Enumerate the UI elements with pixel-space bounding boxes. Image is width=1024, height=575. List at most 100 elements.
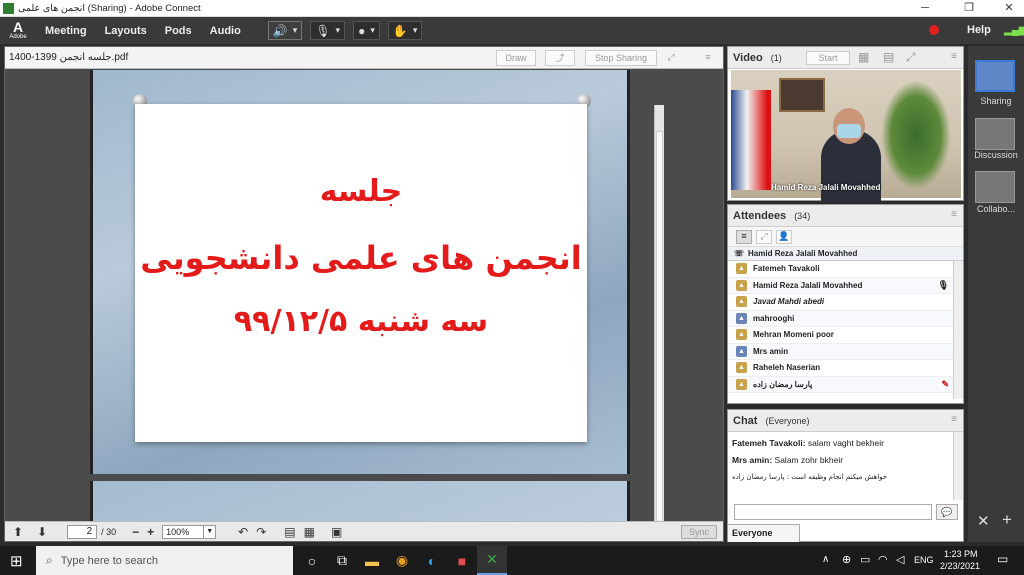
user-role-icon[interactable]: 👤 xyxy=(776,229,792,244)
edge-icon[interactable]: ◐ xyxy=(417,546,447,575)
attendee-scrollbar[interactable] xyxy=(953,261,963,399)
breakout-icon[interactable]: ⤢ xyxy=(756,229,772,244)
attendee-row[interactable]: ▲ Mehran Momeni poor xyxy=(728,327,963,344)
attendee-row[interactable]: ▲ Javad Mahdi abedi xyxy=(728,294,963,311)
grid-icon[interactable]: ▣ xyxy=(331,525,342,539)
menu-layouts[interactable]: Layouts xyxy=(105,25,147,37)
stop-sharing-button[interactable]: Stop Sharing xyxy=(585,50,657,66)
volume-icon[interactable]: ◁ xyxy=(896,553,904,566)
start-video-button[interactable]: Start xyxy=(806,51,850,65)
file-explorer-icon[interactable]: ▬ xyxy=(357,546,387,575)
slide-subtitle: انجمن های علمی دانشجویی xyxy=(140,239,582,277)
send-message-icon[interactable]: 💬 xyxy=(936,504,958,520)
attendee-row[interactable]: ▲ Mrs amin xyxy=(728,343,963,360)
menu-help[interactable]: Help xyxy=(967,24,991,36)
vertical-scrollbar[interactable] xyxy=(654,105,664,541)
speaking-icon: 🎙 xyxy=(937,279,949,290)
layout-collaboration-label[interactable]: Collabo... xyxy=(968,204,1024,214)
chat-scrollbar[interactable] xyxy=(953,432,963,500)
language-indicator[interactable]: ENG xyxy=(914,555,934,565)
pod-menu-icon[interactable]: ≡ xyxy=(951,51,957,62)
sync-button[interactable]: Sync xyxy=(681,525,717,539)
host-row[interactable]: ☏ Hamid Reza Jalali Movahhed xyxy=(728,247,963,261)
filmstrip-view-icon[interactable]: ▤ xyxy=(883,50,894,64)
menu-pods[interactable]: Pods xyxy=(165,25,192,37)
layout-discussion-label[interactable]: Discussion xyxy=(968,150,1024,160)
page-total: / 30 xyxy=(101,526,117,537)
document-icon[interactable]: ▤ xyxy=(284,525,295,539)
webcam-icon: ● xyxy=(358,23,366,38)
cortana-icon[interactable]: ○ xyxy=(297,546,327,575)
fullscreen-icon[interactable]: ⤢ xyxy=(662,50,680,66)
attendee-name: Javad Mahdi abedi xyxy=(753,297,825,307)
speaker-icon: 🔊 xyxy=(272,23,288,38)
restore-button[interactable]: ❐ xyxy=(950,0,988,17)
face-mask-image xyxy=(837,124,861,138)
layout-sharing-thumbnail[interactable] xyxy=(975,60,1015,92)
share-pod-header: جلسه انجمن 1399-1400.pdf Draw ⤴ Stop Sha… xyxy=(5,47,723,69)
layout-sharing-label[interactable]: Sharing xyxy=(968,96,1024,106)
attendee-row[interactable]: ▲ Hamid Reza Jalali Movahhed 🎙 xyxy=(728,277,963,294)
slide-date: سه شنبه ۹۹/۱۲/۵ xyxy=(233,304,489,339)
next-page-icon[interactable]: ⬇ xyxy=(37,525,47,539)
task-view-icon[interactable]: ⧉ xyxy=(327,546,357,575)
fullscreen-icon[interactable]: ⤢ xyxy=(906,50,916,65)
show-hidden-icons[interactable]: ∧ xyxy=(822,554,829,565)
attendee-role-icon: ▲ xyxy=(736,378,747,390)
layout-discussion-thumbnail[interactable] xyxy=(975,118,1015,150)
first-page-icon[interactable]: ⬆ xyxy=(13,525,23,539)
microphone-button[interactable]: 🎙 ▾ xyxy=(310,21,346,40)
pointer-button[interactable]: ⤴ xyxy=(545,50,575,66)
speaker-button[interactable]: 🔊 ▾ xyxy=(267,21,303,40)
menu-meeting[interactable]: Meeting xyxy=(45,25,87,37)
presenter-name: Hamid Reza Jalali Movahhed xyxy=(771,183,881,192)
chat-pod-header: Chat (Everyone) ≡ xyxy=(728,410,963,432)
attendee-row[interactable]: ▲ mahrooghi xyxy=(728,310,963,327)
page-number-input[interactable]: 2 xyxy=(67,524,98,539)
raise-hand-button[interactable]: ✋ ▾ xyxy=(387,21,423,40)
zoom-in-icon[interactable]: + xyxy=(147,525,154,539)
rotate-left-icon[interactable]: ↶ xyxy=(238,525,248,539)
list-view-icon[interactable]: ≡ xyxy=(736,229,752,244)
pod-menu-icon[interactable]: ≡ xyxy=(699,50,717,66)
attendee-row[interactable]: ▲ Raheleh Naserian xyxy=(728,360,963,377)
pointer-icon: ⤴ xyxy=(555,53,565,63)
network-icon[interactable]: ◠ xyxy=(878,553,888,566)
close-button[interactable]: ✕ xyxy=(990,0,1024,17)
usb-icon[interactable]: ▭ xyxy=(860,553,870,566)
webcam-button[interactable]: ● ▾ xyxy=(353,21,380,40)
security-icon[interactable]: ⊕ xyxy=(842,553,851,566)
pod-menu-icon[interactable]: ≡ xyxy=(951,209,957,220)
pod-menu-icon[interactable]: ≡ xyxy=(951,414,957,425)
slide: جلسه انجمن های علمی دانشجویی سه شنبه ۹۹/… xyxy=(90,70,630,474)
grid-view-icon[interactable]: ▦ xyxy=(858,50,869,64)
attendee-row[interactable]: ▲ Fatemeh Tavakoli xyxy=(728,261,963,278)
taskbar-search-box[interactable]: ⌕ Type here to search xyxy=(36,546,293,575)
adobe-connect-taskbar-icon[interactable]: ✕ xyxy=(477,546,507,575)
layout-collaboration-thumbnail[interactable] xyxy=(975,171,1015,203)
video-pod-title: Video xyxy=(733,51,763,64)
tools-icon[interactable]: ✕ xyxy=(977,512,990,530)
clock-date[interactable]: 2/23/2021 xyxy=(940,561,980,571)
attendee-row[interactable]: ▲ پارسا رمضان زاده ✎ xyxy=(728,376,963,393)
zoom-select[interactable]: 100% ▼ xyxy=(162,524,217,539)
windows-start-icon[interactable]: ⊞ xyxy=(10,552,23,570)
chat-message: خواهش میکنم انجام وظیفه است : پارسا رمضا… xyxy=(732,473,888,481)
slide-title: جلسه xyxy=(319,174,403,209)
notifications-icon[interactable]: ▭ xyxy=(997,552,1008,566)
chat-message-input[interactable] xyxy=(734,504,932,520)
pages-icon[interactable]: ▦ xyxy=(304,525,315,539)
chrome-icon[interactable]: ◉ xyxy=(387,546,417,575)
menu-audio[interactable]: Audio xyxy=(210,25,241,37)
minimize-button[interactable]: ─ xyxy=(906,0,944,17)
draw-button[interactable]: Draw xyxy=(496,50,536,66)
attendees-pod: Attendees (34) ≡ ≡ ⤢ 👤 ☏ Hamid Reza Jala… xyxy=(727,204,964,404)
clock-time[interactable]: 1:23 PM xyxy=(944,549,978,559)
zoom-out-icon[interactable]: − xyxy=(132,525,139,539)
screen-recorder-icon[interactable]: ■ xyxy=(447,546,477,575)
attendee-list: ▲ Fatemeh Tavakoli ▲ Hamid Reza Jalali Mova… xyxy=(728,261,963,399)
add-layout-icon[interactable]: + xyxy=(1002,510,1012,530)
rotate-right-icon[interactable]: ↷ xyxy=(256,525,266,539)
tab-everyone[interactable]: Everyone xyxy=(728,524,800,542)
adobe-logo: A Adobe xyxy=(9,19,27,40)
